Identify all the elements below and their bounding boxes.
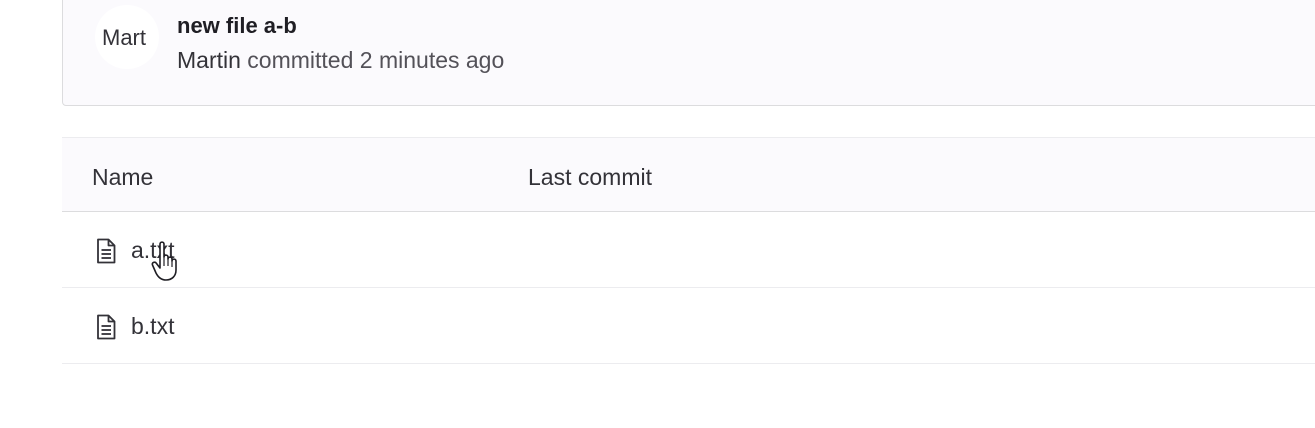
commit-title-link[interactable]: new file a-b	[177, 13, 297, 39]
avatar-text: Mart	[102, 25, 146, 50]
column-header-name: Name	[92, 164, 154, 190]
file-name-link[interactable]: a.txt	[131, 237, 174, 264]
commit-time: 2 minutes ago	[359, 47, 505, 73]
avatar[interactable]: Mart	[95, 5, 159, 69]
last-commit-card: Mart new file a-b Martin committed 2 min…	[62, 0, 1315, 106]
file-name-link[interactable]: b.txt	[131, 313, 174, 340]
repository-file-browser: Mart new file a-b Martin committed 2 min…	[0, 0, 1315, 428]
file-text-icon	[97, 238, 116, 264]
file-table: Name Last commit a.txt b.txt	[62, 137, 1315, 364]
column-header-last-commit: Last commit	[528, 164, 652, 190]
table-header: Name Last commit	[62, 137, 1315, 212]
table-row[interactable]: a.txt	[62, 212, 1315, 288]
file-text-icon	[97, 314, 116, 340]
commit-action: committed	[247, 47, 354, 73]
commit-author-link[interactable]: Martin	[177, 47, 241, 73]
commit-meta: Martin committed 2 minutes ago	[177, 47, 504, 74]
table-row[interactable]: b.txt	[62, 288, 1315, 364]
